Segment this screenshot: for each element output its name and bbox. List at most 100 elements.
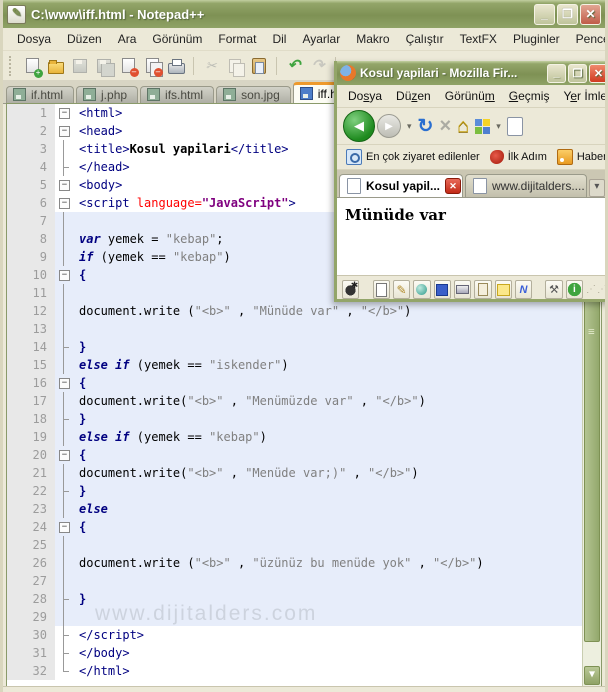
fold-collapse-icon[interactable]: − [59,450,70,461]
fold-margin[interactable]: − [55,374,75,392]
firefox-menu-düzen[interactable]: Düzen [389,87,438,105]
edit-icon[interactable] [392,280,411,299]
fold-margin[interactable] [55,428,75,446]
fold-margin[interactable] [55,500,75,518]
npp-tab-if.html[interactable]: if.html [6,86,75,103]
fold-margin[interactable]: − [55,176,75,194]
bookmark-rss[interactable]: Haberler [554,148,605,166]
fold-margin[interactable] [55,302,75,320]
new-page-icon[interactable] [506,116,523,136]
undo-icon[interactable] [283,55,305,77]
stop-button[interactable]: × [439,115,451,138]
new-file-icon[interactable] [21,55,43,78]
firefox-tab[interactable]: www.dijitalders.... [464,174,587,197]
bug-icon[interactable] [342,280,360,299]
npp-tab-j.php[interactable]: j.php [76,86,139,103]
fold-margin[interactable] [55,644,75,662]
close-all-icon[interactable] [141,55,163,77]
fold-margin[interactable] [55,554,75,572]
npp-titlebar[interactable]: ✎ C:\www\iff.html - Notepad++ _ ❐ ✕ [3,0,605,28]
lightning-icon[interactable] [514,280,533,299]
clipboard-icon[interactable] [474,280,492,299]
history-dropdown-icon[interactable]: ▾ [407,121,412,132]
npp-menu-ayarlar[interactable]: Ayarlar [294,30,348,48]
npp-tab-ifs.html[interactable]: ifs.html [140,86,215,103]
fold-margin[interactable]: − [55,122,75,140]
npp-maximize-button[interactable]: ❐ [557,3,578,25]
npp-minimize-button[interactable]: _ [534,3,555,25]
toolbar-dropdown-icon[interactable]: ▾ [496,121,501,132]
fold-margin[interactable] [55,464,75,482]
bookmark-first-steps[interactable]: İlk Adım [487,149,550,165]
firefox-menu-yer-i̇mleri[interactable]: Yer İmleri [556,87,605,105]
npp-menu-düzen[interactable]: Düzen [59,30,110,48]
refresh-button[interactable]: ↻ [418,115,434,138]
fold-margin[interactable] [55,482,75,500]
back-button[interactable]: ◀ [343,110,375,142]
fold-margin[interactable] [55,158,75,176]
firefox-menu-dosya[interactable]: Dosya [341,87,389,105]
firefox-menu-görünüm[interactable]: Görünüm [438,87,502,105]
fold-margin[interactable] [55,356,75,374]
npp-menu-görünüm[interactable]: Görünüm [144,30,210,48]
firefox-tab[interactable]: Kosul yapil... ✕ [339,174,463,197]
tab-close-icon[interactable]: ✕ [445,178,462,194]
scrollbar-down-button[interactable]: ▼ [584,666,600,685]
fold-collapse-icon[interactable]: − [59,522,70,533]
fold-margin[interactable] [55,410,75,428]
fold-margin[interactable]: − [55,194,75,212]
fold-margin[interactable] [55,662,75,680]
fold-margin[interactable] [55,320,75,338]
fold-collapse-icon[interactable]: − [59,126,70,137]
fold-margin[interactable]: − [55,266,75,284]
fold-margin[interactable] [55,212,75,230]
npp-menu-çalıştır[interactable]: Çalıştır [398,30,452,48]
npp-menu-pencere[interactable]: Pencere [568,30,605,48]
firefox-page-content[interactable]: Münüde var [337,197,605,275]
resize-grip[interactable]: ⋰⋰ [586,284,605,295]
npp-menu-textfx[interactable]: TextFX [452,30,505,48]
paste-icon[interactable] [248,55,270,77]
firefox-menu-geçmiş[interactable]: Geçmiş [502,87,557,105]
fold-margin[interactable]: − [55,446,75,464]
close-file-icon[interactable] [117,55,139,77]
note-icon[interactable] [494,280,512,299]
fold-margin[interactable] [55,608,75,626]
firefox-minimize-button[interactable]: _ [547,63,566,83]
fold-margin[interactable] [55,230,75,248]
fold-collapse-icon[interactable]: − [59,270,70,281]
firefox-close-button[interactable]: ✕ [589,63,605,83]
info-icon[interactable] [565,280,584,299]
npp-tab-son.jpg[interactable]: son.jpg [216,86,291,103]
fold-collapse-icon[interactable]: − [59,108,70,119]
npp-menu-dil[interactable]: Dil [264,30,294,48]
new-page-icon[interactable] [372,280,390,299]
fold-margin[interactable] [55,626,75,644]
npp-menu-makro[interactable]: Makro [348,30,397,48]
npp-close-button[interactable]: ✕ [580,3,601,25]
npp-menu-dosya[interactable]: Dosya [9,30,59,48]
fold-margin[interactable] [55,392,75,410]
fold-collapse-icon[interactable]: − [59,198,70,209]
fold-margin[interactable] [55,590,75,608]
home-button[interactable]: ⌂ [457,115,469,138]
firefox-titlebar[interactable]: Kosul yapilari - Mozilla Fir... _ ❐ ✕ [337,61,605,85]
fold-collapse-icon[interactable]: − [59,180,70,191]
quick-dial-icon[interactable] [475,118,491,134]
fold-margin[interactable]: − [55,104,75,122]
firefox-maximize-button[interactable]: ❐ [568,63,587,83]
fold-margin[interactable] [55,338,75,356]
fold-margin[interactable]: − [55,518,75,536]
globe-icon[interactable] [413,280,431,299]
fold-margin[interactable] [55,140,75,158]
save-icon[interactable] [433,280,451,299]
tools-icon[interactable] [545,280,563,299]
print-icon[interactable] [165,55,187,77]
npp-menu-pluginler[interactable]: Pluginler [505,30,568,48]
fold-collapse-icon[interactable]: − [59,378,70,389]
fold-margin[interactable] [55,572,75,590]
npp-menu-ara[interactable]: Ara [110,30,145,48]
print-icon[interactable] [453,280,472,299]
tab-overflow-icon[interactable]: ▾ [588,179,605,197]
open-folder-icon[interactable] [45,55,67,77]
